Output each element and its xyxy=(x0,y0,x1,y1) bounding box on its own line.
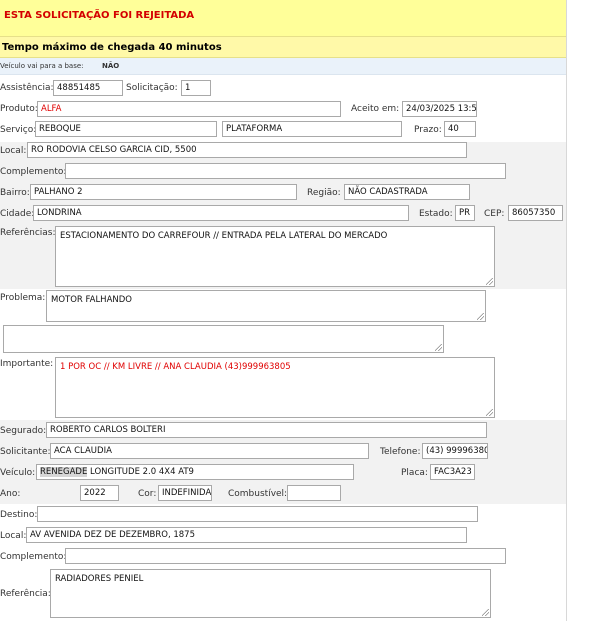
placa-field[interactable]: FAC3A23 xyxy=(430,464,475,480)
solicitacao-field[interactable]: 1 xyxy=(181,80,211,96)
cep-label: CEP: xyxy=(484,209,505,219)
problema-label: Problema: xyxy=(0,293,46,303)
telefone-field[interactable]: (43) 999963805 xyxy=(422,443,488,459)
problema-text: MOTOR FALHANDO xyxy=(51,295,132,305)
referencias-field[interactable]: ESTACIONAMENTO DO CARREFOUR // ENTRADA P… xyxy=(55,226,495,287)
resize-grip-icon[interactable] xyxy=(486,409,493,416)
cor-field[interactable]: INDEFINIDA xyxy=(158,485,212,501)
dest-complemento-field[interactable] xyxy=(65,548,506,564)
ano-field[interactable]: 2022 xyxy=(80,485,119,501)
cidade-label: Cidade: xyxy=(0,209,35,219)
complemento-field[interactable] xyxy=(65,163,506,179)
prazo-label: Prazo: xyxy=(414,125,442,135)
base-info-line: Veículo vai para a base: NÃO xyxy=(0,58,566,75)
estado-field[interactable]: PR xyxy=(455,205,475,221)
referencias-text: ESTACIONAMENTO DO CARREFOUR // ENTRADA P… xyxy=(60,231,388,241)
right-sidebar xyxy=(566,0,614,621)
destino-label: Destino: xyxy=(0,510,38,520)
regiao-label: Região: xyxy=(307,188,341,198)
segurado-label: Segurado: xyxy=(0,426,47,436)
estado-label: Estado: xyxy=(419,209,453,219)
local-field[interactable]: RO RODOVIA CELSO GARCIA CID, 5500 xyxy=(27,142,467,158)
max-arrival-time: Tempo máximo de chegada 40 minutos xyxy=(2,42,222,53)
veiculo-field[interactable]: RENEGADE LONGITUDE 2.0 4X4 AT9 xyxy=(36,464,354,480)
assistencia-label: Assistência: xyxy=(0,83,54,93)
combustivel-label: Combustível: xyxy=(228,489,288,499)
referencia-label: Referência: xyxy=(0,589,51,599)
produto-field[interactable]: ALFA xyxy=(37,101,341,117)
veiculo-modelo: RENEGADE xyxy=(40,467,88,477)
problema-field[interactable]: MOTOR FALHANDO xyxy=(46,290,486,322)
problema-extra-field[interactable] xyxy=(3,325,444,353)
regiao-field[interactable]: NÃO CADASTRADA xyxy=(344,184,470,200)
importante-text: 1 POR OC // KM LIVRE // ANA CLAUDIA (43)… xyxy=(60,362,291,372)
cep-field[interactable]: 86057350 xyxy=(508,205,563,221)
aceito-label: Aceito em: xyxy=(351,104,400,114)
referencia-field[interactable]: RADIADORES PENIEL xyxy=(50,569,491,618)
cidade-field[interactable]: LONDRINA xyxy=(33,205,409,221)
servico-field[interactable]: REBOQUE xyxy=(35,121,217,137)
ano-label: Ano: xyxy=(0,489,21,499)
solicitante-label: Solicitante: xyxy=(0,447,51,457)
bairro-field[interactable]: PALHANO 2 xyxy=(30,184,297,200)
arrival-time-banner: Tempo máximo de chegada 40 minutos xyxy=(0,37,566,58)
destino-field[interactable] xyxy=(37,506,478,522)
telefone-label: Telefone: xyxy=(380,447,421,457)
placa-label: Placa: xyxy=(401,468,428,478)
base-info-label: Veículo vai para a base: xyxy=(0,62,84,70)
servico-tipo-field[interactable]: PLATAFORMA xyxy=(222,121,402,137)
dest-local-field[interactable]: AV AVENIDA DEZ DE DEZEMBRO, 1875 xyxy=(26,527,467,543)
resize-grip-icon[interactable] xyxy=(435,344,442,351)
resize-grip-icon[interactable] xyxy=(486,278,493,285)
combustivel-field[interactable] xyxy=(287,485,341,501)
resize-grip-icon[interactable] xyxy=(482,609,489,616)
prazo-field[interactable]: 40 xyxy=(444,121,476,137)
rejection-message: ESTA SOLICITAÇÃO FOI REJEITADA xyxy=(4,10,195,21)
complemento-label: Complemento: xyxy=(0,167,67,177)
servico-label: Serviço: xyxy=(0,125,37,135)
dest-complemento-label: Complemento: xyxy=(0,552,67,562)
local-label: Local: xyxy=(0,146,27,156)
importante-label: Importante: xyxy=(0,359,54,369)
dest-local-label: Local: xyxy=(0,531,27,541)
segurado-field[interactable]: ROBERTO CARLOS BOLTERI xyxy=(46,422,487,438)
resize-grip-icon[interactable] xyxy=(477,313,484,320)
assistencia-field[interactable]: 48851485 xyxy=(53,80,123,96)
solicitante-field[interactable]: ACA CLAUDIA xyxy=(50,443,369,459)
bairro-label: Bairro: xyxy=(0,188,30,198)
rejection-banner: ESTA SOLICITAÇÃO FOI REJEITADA xyxy=(0,0,566,37)
veiculo-label: Veículo: xyxy=(0,468,36,478)
referencia-text: RADIADORES PENIEL xyxy=(55,574,144,584)
produto-label: Produto: xyxy=(0,104,38,114)
aceito-field[interactable]: 24/03/2025 13:50 xyxy=(402,101,477,117)
cor-label: Cor: xyxy=(138,489,157,499)
importante-field[interactable]: 1 POR OC // KM LIVRE // ANA CLAUDIA (43)… xyxy=(55,357,495,418)
base-info-value: NÃO xyxy=(102,62,120,70)
veiculo-versao: LONGITUDE 2.0 4X4 AT9 xyxy=(87,467,194,477)
request-detail-panel: ESTA SOLICITAÇÃO FOI REJEITADA Tempo máx… xyxy=(0,0,566,621)
referencias-label: Referências: xyxy=(0,228,56,238)
solicitacao-label: Solicitação: xyxy=(126,83,178,93)
